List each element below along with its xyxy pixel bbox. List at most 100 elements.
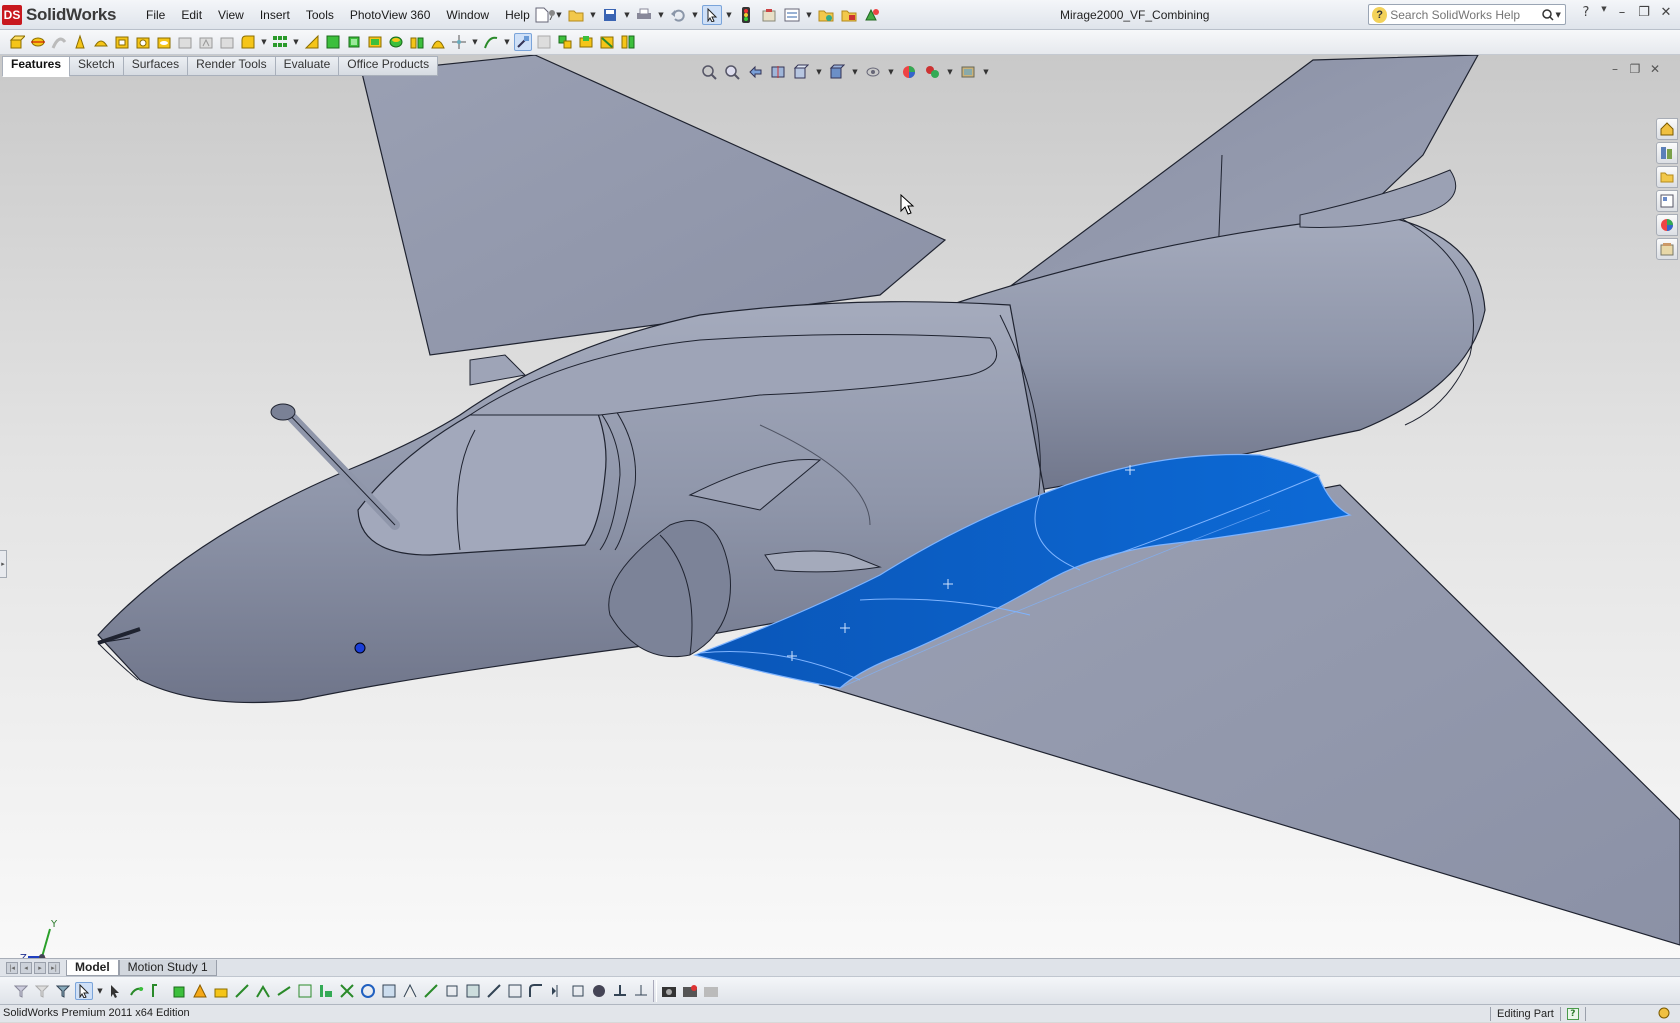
menu-tools[interactable]: Tools (298, 8, 342, 23)
view-settings-dropdown-icon[interactable]: ▼ (982, 62, 990, 82)
filled-surface-icon[interactable] (233, 982, 251, 1000)
tab-sketch[interactable]: Sketch (70, 56, 124, 76)
delete-face-surface-icon[interactable] (590, 982, 608, 1000)
dome-icon[interactable] (429, 33, 447, 51)
new-dropdown-icon[interactable]: ▼ (555, 5, 563, 25)
tab-render-tools[interactable]: Render Tools (188, 56, 276, 76)
options-list-icon[interactable] (782, 5, 802, 25)
swept-cut-icon[interactable] (176, 33, 194, 51)
rib-icon[interactable] (303, 33, 321, 51)
delete-hole-icon[interactable] (338, 982, 356, 1000)
lofted-boss-icon[interactable] (71, 33, 89, 51)
curves-icon[interactable] (482, 33, 500, 51)
mirror-icon[interactable] (408, 33, 426, 51)
revolved-surface-icon[interactable] (149, 982, 167, 1000)
addin-tools-icon[interactable] (839, 5, 859, 25)
menu-edit[interactable]: Edit (173, 8, 210, 23)
stop-record-icon[interactable] (702, 982, 720, 1000)
select-pointer-dropdown-icon[interactable]: ▼ (96, 981, 104, 1001)
hole-wizard-icon[interactable] (134, 33, 152, 51)
help-search-input[interactable] (1390, 7, 1541, 22)
extend-surface-icon[interactable] (380, 982, 398, 1000)
extruded-boss-icon[interactable] (8, 33, 26, 51)
open-dropdown-icon[interactable]: ▼ (589, 5, 597, 25)
lofted-cut-icon[interactable] (197, 33, 215, 51)
thicken-icon[interactable] (464, 982, 482, 1000)
tab-features[interactable]: Features (2, 56, 71, 77)
help-icon[interactable]: ? (1578, 5, 1594, 23)
display-style-dropdown-icon[interactable]: ▼ (851, 62, 859, 82)
custom-properties-icon[interactable] (1656, 238, 1678, 260)
feature-manager-expand-handle[interactable]: ▸ (0, 550, 7, 578)
new-document-icon[interactable] (532, 5, 552, 25)
camera-screenshot-icon[interactable] (660, 982, 678, 1000)
viewport-close-icon[interactable]: ✕ (1648, 62, 1662, 76)
graphics-area[interactable]: ▸ Y X Z (0, 55, 1680, 958)
ruled-surface-icon[interactable] (296, 982, 314, 1000)
menu-insert[interactable]: Insert (252, 8, 298, 23)
combine-icon[interactable] (577, 33, 595, 51)
macro-icon[interactable] (862, 5, 882, 25)
solidworks-resources-icon[interactable] (1656, 118, 1678, 140)
offset-surface-icon[interactable] (275, 982, 293, 1000)
app-logo[interactable]: DS SolidWorks (2, 3, 117, 27)
help-search-box[interactable]: ? ▼ (1368, 4, 1566, 25)
viewport-minimize-icon[interactable]: – (1608, 62, 1622, 76)
cut-with-surface-icon[interactable] (506, 982, 524, 1000)
select-pointer-icon[interactable] (75, 981, 93, 1000)
hide-show-dropdown-icon[interactable]: ▼ (887, 62, 895, 82)
split-icon[interactable] (535, 33, 553, 51)
surface-flatten-icon[interactable] (317, 982, 335, 1000)
planar-surface-icon[interactable] (254, 982, 272, 1000)
draft-icon[interactable] (345, 33, 363, 51)
zoom-to-area-icon[interactable] (723, 63, 741, 81)
magnetic-select-icon[interactable] (107, 982, 125, 1000)
close-icon[interactable]: ✕ (1658, 5, 1674, 23)
scroll-last-icon[interactable]: ▸| (48, 961, 60, 974)
fillet-icon[interactable] (239, 33, 257, 51)
undo-dropdown-icon[interactable]: ▼ (691, 5, 699, 25)
file-properties-icon[interactable] (759, 5, 779, 25)
menu-view[interactable]: View (210, 8, 252, 23)
extruded-cut-icon[interactable] (113, 33, 131, 51)
delete-face-icon[interactable] (598, 33, 616, 51)
quick-tips-icon[interactable]: ? (1566, 1008, 1579, 1020)
wrap-icon[interactable] (324, 33, 342, 51)
swept-boss-icon[interactable] (50, 33, 68, 51)
file-explorer-icon[interactable] (1656, 166, 1678, 188)
tab-model[interactable]: Model (66, 959, 119, 976)
fillet-dropdown-icon[interactable]: ▼ (260, 32, 268, 52)
extruded-surface-icon[interactable] (128, 982, 146, 1000)
save-dropdown-icon[interactable]: ▼ (623, 5, 631, 25)
trim-surface-icon[interactable] (401, 982, 419, 1000)
tab-office-products[interactable]: Office Products (339, 56, 439, 76)
revolved-boss-icon[interactable] (29, 33, 47, 51)
scroll-next-icon[interactable]: ▸ (34, 961, 46, 974)
apply-scene-icon[interactable] (923, 63, 941, 81)
previous-view-icon[interactable] (746, 63, 764, 81)
minimize-icon[interactable]: – (1614, 5, 1630, 23)
scroll-first-icon[interactable]: |◂ (6, 961, 18, 974)
view-settings-icon[interactable] (959, 63, 977, 81)
pattern-dropdown-icon[interactable]: ▼ (292, 32, 300, 52)
shell-icon[interactable] (387, 33, 405, 51)
thickened-cut-icon[interactable] (485, 982, 503, 1000)
open-folder-icon[interactable] (566, 5, 586, 25)
reference-geometry-dropdown-icon[interactable]: ▼ (471, 32, 479, 52)
reference-geometry-icon[interactable] (450, 33, 468, 51)
filter-funnel-icon[interactable] (12, 982, 30, 1000)
print-dropdown-icon[interactable]: ▼ (657, 5, 665, 25)
mid-surface-icon[interactable] (611, 982, 629, 1000)
surface-fillet-icon[interactable] (527, 982, 545, 1000)
scroll-prev-icon[interactable]: ◂ (20, 961, 32, 974)
untrim-surface-icon[interactable] (422, 982, 440, 1000)
design-library-icon[interactable] (1656, 142, 1678, 164)
record-video-icon[interactable] (681, 982, 699, 1000)
aircraft-model[interactable] (0, 55, 1680, 958)
restore-icon[interactable]: ❐ (1636, 5, 1652, 23)
move-face-icon[interactable] (569, 982, 587, 1000)
undo-icon[interactable] (668, 5, 688, 25)
intersect-icon[interactable] (366, 33, 384, 51)
view-orientation-dropdown-icon[interactable]: ▼ (815, 62, 823, 82)
section-view-icon[interactable] (769, 63, 787, 81)
